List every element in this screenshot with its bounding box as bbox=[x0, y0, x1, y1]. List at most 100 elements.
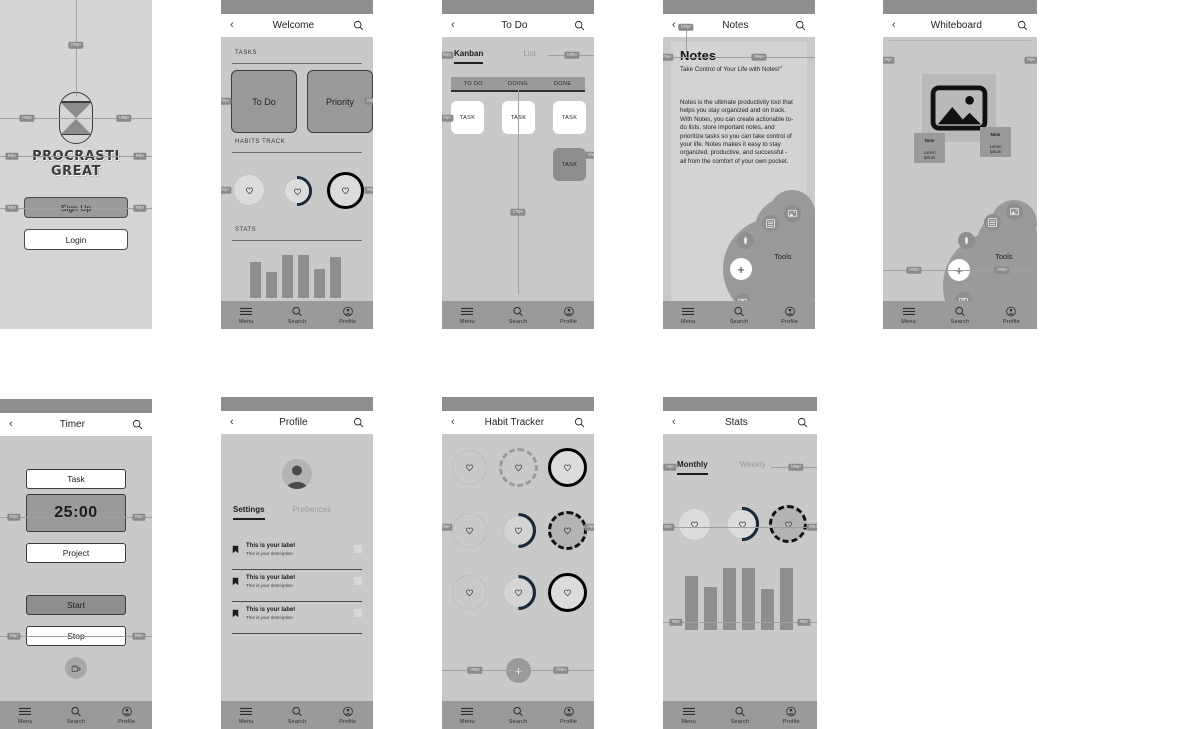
tab-profile[interactable]: Profile bbox=[322, 306, 373, 325]
habit-ring[interactable] bbox=[499, 573, 538, 612]
guide-line bbox=[518, 88, 519, 294]
fab-pen[interactable] bbox=[958, 232, 975, 249]
start-button[interactable]: Start bbox=[26, 595, 126, 615]
search-icon[interactable] bbox=[574, 20, 585, 31]
guide-line bbox=[0, 517, 152, 518]
card-todo[interactable]: To Do bbox=[231, 70, 297, 133]
login-button[interactable]: Login bbox=[24, 229, 128, 250]
project-field[interactable]: Project bbox=[26, 543, 126, 563]
tab-search[interactable]: Search bbox=[51, 706, 102, 725]
tab-menu[interactable]: Menu bbox=[883, 306, 934, 325]
todo-view-tabs: Kanban List bbox=[454, 49, 536, 64]
habit-ring-3[interactable] bbox=[327, 172, 364, 209]
tab-monthly[interactable]: Monthly bbox=[677, 460, 708, 475]
tab-menu[interactable]: Menu bbox=[0, 706, 51, 725]
habit-ring-2[interactable] bbox=[280, 174, 314, 208]
habit-ring[interactable] bbox=[499, 448, 538, 487]
settings-row[interactable]: This is your label This is your descript… bbox=[232, 543, 362, 571]
row-checkbox[interactable] bbox=[354, 609, 362, 617]
search-icon[interactable] bbox=[795, 20, 806, 31]
back-button[interactable]: ‹ bbox=[230, 20, 234, 31]
habit-ring[interactable] bbox=[548, 448, 587, 487]
tab-kanban[interactable]: Kanban bbox=[454, 49, 484, 64]
habit-ring-1[interactable] bbox=[233, 174, 265, 206]
tab-profile[interactable]: Profile bbox=[764, 306, 815, 325]
tab-menu[interactable]: Menu bbox=[442, 306, 493, 325]
settings-row[interactable]: This is your label This is your descript… bbox=[232, 607, 362, 635]
tab-search[interactable]: Search bbox=[493, 306, 544, 325]
fab-list[interactable] bbox=[762, 215, 779, 232]
back-button[interactable]: ‹ bbox=[451, 20, 455, 31]
habit-ring[interactable] bbox=[452, 513, 487, 548]
task-card[interactable]: TASK bbox=[553, 148, 586, 181]
task-card[interactable]: TASK bbox=[553, 101, 586, 134]
tab-profile[interactable]: Profile bbox=[543, 706, 594, 725]
tab-profile[interactable]: Profile bbox=[322, 706, 373, 725]
sticky-note[interactable]: Note Lorem Ipsum bbox=[914, 133, 945, 163]
tab-search[interactable]: Search bbox=[934, 306, 985, 325]
search-icon[interactable] bbox=[353, 20, 364, 31]
tab-menu[interactable]: Menu bbox=[663, 706, 714, 725]
tab-label: Menu bbox=[681, 718, 696, 725]
tab-profile[interactable]: Profile bbox=[543, 306, 594, 325]
tab-prefrences[interactable]: Prefrences bbox=[293, 505, 332, 514]
tab-profile[interactable]: Profile bbox=[101, 706, 152, 725]
search-icon[interactable] bbox=[1017, 20, 1028, 31]
back-button[interactable]: ‹ bbox=[892, 20, 896, 31]
stats-ring[interactable] bbox=[723, 505, 761, 543]
settings-row[interactable]: This is your label This is your descript… bbox=[232, 575, 362, 603]
tab-search[interactable]: Search bbox=[272, 306, 323, 325]
row-checkbox[interactable] bbox=[354, 545, 362, 553]
tab-profile[interactable]: Profile bbox=[986, 306, 1037, 325]
back-button[interactable]: ‹ bbox=[9, 419, 13, 430]
fab-pen[interactable] bbox=[737, 232, 754, 249]
back-button[interactable]: ‹ bbox=[451, 417, 455, 428]
back-button[interactable]: ‹ bbox=[672, 417, 676, 428]
hamburger-icon bbox=[240, 707, 253, 715]
stats-ring[interactable] bbox=[769, 505, 807, 543]
tab-list[interactable]: List bbox=[523, 49, 535, 58]
tab-search[interactable]: Search bbox=[714, 306, 765, 325]
task-card[interactable]: TASK bbox=[451, 101, 484, 134]
search-icon[interactable] bbox=[574, 417, 585, 428]
search-icon bbox=[955, 306, 965, 316]
tab-search[interactable]: Search bbox=[493, 706, 544, 725]
habit-ring[interactable] bbox=[452, 450, 487, 485]
row-checkbox[interactable] bbox=[354, 577, 362, 585]
habit-ring[interactable] bbox=[452, 575, 487, 610]
coffee-button[interactable] bbox=[65, 657, 87, 679]
habit-ring[interactable] bbox=[548, 573, 587, 612]
search-icon[interactable] bbox=[353, 417, 364, 428]
habit-ring[interactable] bbox=[548, 511, 587, 550]
tab-weekly[interactable]: Weekly bbox=[740, 460, 766, 469]
fab-image[interactable] bbox=[1006, 203, 1023, 220]
tab-settings[interactable]: Settings bbox=[233, 505, 265, 520]
tab-profile[interactable]: Profile bbox=[766, 706, 817, 725]
search-icon[interactable] bbox=[132, 419, 143, 430]
pen-icon bbox=[965, 236, 968, 245]
avatar[interactable] bbox=[282, 459, 312, 489]
task-field[interactable]: Task bbox=[26, 469, 126, 489]
back-button[interactable]: ‹ bbox=[672, 20, 676, 31]
stats-ring[interactable] bbox=[678, 508, 711, 541]
fab-image[interactable] bbox=[784, 205, 801, 222]
tab-menu[interactable]: Menu bbox=[221, 706, 272, 725]
page-title: Timer bbox=[59, 419, 85, 430]
back-button[interactable]: ‹ bbox=[230, 417, 234, 428]
tab-menu[interactable]: Menu bbox=[663, 306, 714, 325]
search-icon[interactable] bbox=[797, 417, 808, 428]
tab-label: Menu bbox=[239, 318, 254, 325]
tab-search[interactable]: Search bbox=[714, 706, 765, 725]
habit-ring[interactable] bbox=[499, 511, 538, 550]
measure-label: 100px bbox=[906, 266, 922, 274]
bottom-tab-bar: Menu Search Profile bbox=[442, 301, 594, 329]
sticky-note[interactable]: Note Lorem Ipsum bbox=[980, 127, 1011, 157]
measure-label: 176px bbox=[510, 208, 526, 216]
fab-add-button[interactable]: + bbox=[730, 258, 752, 280]
card-priority[interactable]: Priority bbox=[307, 70, 373, 133]
tab-menu[interactable]: Menu bbox=[221, 306, 272, 325]
heart-icon bbox=[563, 464, 572, 472]
fab-list[interactable] bbox=[984, 214, 1001, 231]
tab-menu[interactable]: Menu bbox=[442, 706, 493, 725]
tab-search[interactable]: Search bbox=[272, 706, 323, 725]
